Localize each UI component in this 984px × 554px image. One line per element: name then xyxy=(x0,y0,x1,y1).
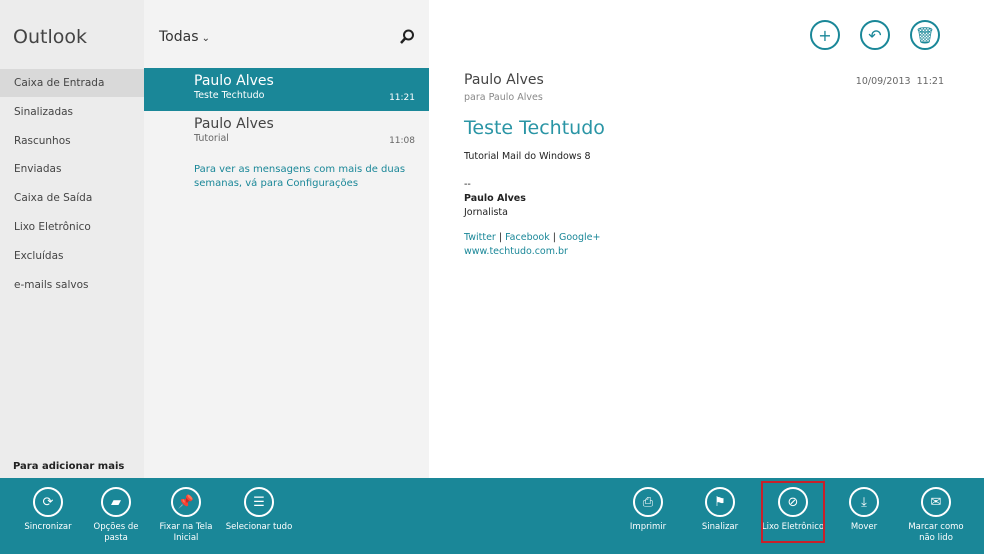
chevron-down-icon: ⌄ xyxy=(198,33,211,44)
twitter-link[interactable]: Twitter xyxy=(464,232,496,243)
folder-plus-icon: ▰ xyxy=(101,487,131,517)
folder-junk[interactable]: Lixo Eletrônico xyxy=(0,213,144,241)
filter-dropdown[interactable]: Todas ⌄ xyxy=(159,29,210,45)
pin-icon: 📌 xyxy=(171,487,201,517)
sync-icon: ⟳ xyxy=(33,487,63,517)
site-link[interactable]: www.techtudo.com.br xyxy=(464,245,600,259)
label: Opções de pasta xyxy=(93,522,139,543)
label: Marcar como não lido xyxy=(908,522,964,543)
app-title: Outlook xyxy=(13,26,87,48)
signature-title: Jornalista xyxy=(464,207,508,218)
pin-start-button[interactable]: 📌 Fixar na Tela Inicial xyxy=(151,487,221,544)
reader-subject: Teste Techtudo xyxy=(464,117,605,139)
reader-from: Paulo Alves xyxy=(464,72,544,88)
envelope-icon: ✉ xyxy=(921,487,951,517)
folder-saved[interactable]: e-mails salvos xyxy=(0,271,144,299)
message-item[interactable]: Paulo Alves Teste Techtudo 11:21 xyxy=(144,68,429,111)
folder-outbox[interactable]: Caixa de Saída xyxy=(0,184,144,212)
message-from: Paulo Alves xyxy=(194,116,274,132)
folder-drafts[interactable]: Rascunhos xyxy=(0,127,144,155)
delete-button[interactable]: 🗑 xyxy=(910,20,940,50)
search-icon[interactable] xyxy=(398,28,416,46)
app-bar: ⟳ Sincronizar ▰ Opções de pasta 📌 Fixar na … xyxy=(0,478,984,554)
new-message-button[interactable]: + xyxy=(810,20,840,50)
message-list: Todas ⌄ Paulo Alves Teste Techtudo 11:21… xyxy=(144,0,429,478)
add-accounts-hint: Para adicionar mais xyxy=(13,461,125,472)
label: Sinalizar xyxy=(701,522,739,532)
select-all-button[interactable]: ☰ Selecionar tudo xyxy=(224,487,294,533)
reply-button[interactable]: ↶ xyxy=(860,20,890,50)
mark-unread-button[interactable]: ✉ Marcar como não lido xyxy=(901,487,971,544)
filter-label: Todas xyxy=(159,29,199,45)
label: Fixar na Tela Inicial xyxy=(159,522,213,543)
signature-separator: -- xyxy=(464,179,471,190)
flag-icon: ⚑ xyxy=(705,487,735,517)
reply-icon: ↶ xyxy=(868,25,882,45)
plus-icon: + xyxy=(818,25,832,45)
date: 10/09/2013 xyxy=(855,76,911,87)
facebook-link[interactable]: Facebook xyxy=(505,232,550,243)
message-time: 11:21 xyxy=(389,93,415,103)
reader-body: Tutorial Mail do Windows 8 -- Paulo Alve… xyxy=(464,151,601,259)
settings-link[interactable]: Para ver as mensagens com mais de duas s… xyxy=(194,163,414,191)
message-item[interactable]: Paulo Alves Tutorial 11:08 xyxy=(144,111,429,154)
signature-name: Paulo Alves xyxy=(464,193,526,204)
sync-button[interactable]: ⟳ Sincronizar xyxy=(13,487,83,533)
label: Imprimir xyxy=(629,522,667,532)
highlight-box xyxy=(761,481,825,543)
folder-options-button[interactable]: ▰ Opções de pasta xyxy=(81,487,151,544)
label: Selecionar tudo xyxy=(225,522,293,532)
googleplus-link[interactable]: Google+ xyxy=(559,232,600,243)
time: 11:21 xyxy=(916,76,944,87)
print-button[interactable]: ⎙ Imprimir xyxy=(613,487,683,533)
reader-date: 10/09/2013 11:21 xyxy=(856,76,944,87)
printer-icon: ⎙ xyxy=(633,487,663,517)
flag-button[interactable]: ⚑ Sinalizar xyxy=(685,487,755,533)
message-time: 11:08 xyxy=(389,136,415,146)
label: Sincronizar xyxy=(24,522,72,532)
body-text: Tutorial Mail do Windows 8 xyxy=(464,151,591,162)
folder-sent[interactable]: Enviadas xyxy=(0,155,144,183)
folder-sidebar: Outlook Caixa de Entrada Sinalizadas Ras… xyxy=(0,0,144,478)
folder-flagged[interactable]: Sinalizadas xyxy=(0,98,144,126)
reader-to: para Paulo Alves xyxy=(464,92,543,103)
folder-deleted[interactable]: Excluídas xyxy=(0,242,144,270)
reading-pane: + ↶ 🗑 Paulo Alves para Paulo Alves 10/09… xyxy=(429,0,984,478)
move-icon: ⤓ xyxy=(849,487,879,517)
checklist-icon: ☰ xyxy=(244,487,274,517)
move-button[interactable]: ⤓ Mover xyxy=(829,487,899,533)
label: Mover xyxy=(850,522,878,532)
trash-icon: 🗑 xyxy=(914,25,936,45)
folder-inbox[interactable]: Caixa de Entrada xyxy=(0,69,144,97)
message-from: Paulo Alves xyxy=(194,73,274,89)
